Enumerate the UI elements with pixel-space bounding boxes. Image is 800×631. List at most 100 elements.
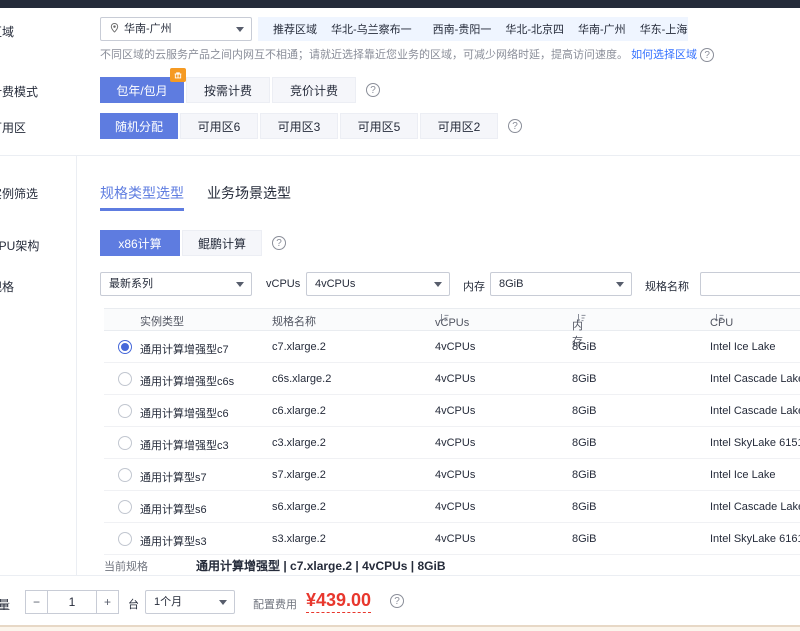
cell-cpu: Intel Ice Lake bbox=[710, 341, 775, 353]
current-spec-label: 当前规格 bbox=[104, 558, 148, 574]
az-option-az3[interactable]: 可用区3 bbox=[260, 113, 338, 139]
how-to-choose-region-link[interactable]: 如何选择区域 bbox=[631, 49, 697, 61]
cell-memory: 8GiB bbox=[572, 373, 596, 385]
cpu-arch-help-icon[interactable]: ? bbox=[272, 236, 286, 250]
quantity-minus-button[interactable]: − bbox=[25, 590, 48, 614]
instance-filter-label: 实例筛选 bbox=[0, 185, 86, 202]
memory-filter-label: 内存 bbox=[463, 278, 485, 294]
series-select[interactable]: 最新系列 bbox=[100, 272, 252, 296]
cell-vcpus: 4vCPUs bbox=[435, 501, 475, 513]
flavor-name-label: 规格名称 bbox=[645, 278, 689, 294]
col-header-cpu: CPU bbox=[710, 313, 724, 325]
memory-select[interactable]: 8GiB bbox=[490, 272, 632, 296]
billing-option-spot[interactable]: 竞价计费 bbox=[272, 77, 356, 103]
table-row[interactable]: 通用计算型s6 s6.xlarge.2 4vCPUs 8GiB Intel Ca… bbox=[104, 491, 800, 523]
chevron-down-icon bbox=[219, 600, 227, 605]
region-select[interactable]: 华南-广州 bbox=[100, 17, 252, 41]
cell-cpu: Intel Cascade Lake 2.6 bbox=[710, 373, 800, 385]
cell-name: c7.xlarge.2 bbox=[272, 341, 326, 353]
cell-name: c6.xlarge.2 bbox=[272, 405, 326, 417]
chevron-down-icon bbox=[434, 282, 442, 287]
cell-vcpus: 4vCPUs bbox=[435, 469, 475, 481]
cell-name: s6.xlarge.2 bbox=[272, 501, 326, 513]
cell-vcpus: 4vCPUs bbox=[435, 341, 475, 353]
region-select-value: 华南-广州 bbox=[124, 23, 172, 35]
table-row[interactable]: 通用计算型s3 s3.xlarge.2 4vCPUs 8GiB Intel Sk… bbox=[104, 523, 800, 555]
radio-selected[interactable] bbox=[118, 340, 132, 354]
table-row[interactable]: 通用计算型s7 s7.xlarge.2 4vCPUs 8GiB Intel Ic… bbox=[104, 459, 800, 491]
cell-vcpus: 4vCPUs bbox=[435, 533, 475, 545]
radio-unselected[interactable] bbox=[118, 436, 132, 450]
az-option-az2[interactable]: 可用区2 bbox=[420, 113, 498, 139]
quantity-plus-button[interactable]: + bbox=[96, 590, 119, 614]
col-header-vcpus: vCPUs bbox=[435, 313, 449, 325]
radio-unselected[interactable] bbox=[118, 468, 132, 482]
recommend-region-item[interactable]: 华南-广州 bbox=[578, 21, 626, 37]
radio-unselected[interactable] bbox=[118, 372, 132, 386]
az-label: 可用区 bbox=[0, 119, 86, 136]
cell-type: 通用计算型s3 bbox=[140, 533, 207, 549]
col-header-type: 实例类型 bbox=[140, 313, 184, 329]
cell-memory: 8GiB bbox=[572, 437, 596, 449]
chevron-down-icon bbox=[236, 27, 244, 32]
vcpus-select[interactable]: 4vCPUs bbox=[306, 272, 450, 296]
tab-spec-type[interactable]: 规格类型选型 bbox=[100, 183, 184, 203]
spec-label: 规格 bbox=[0, 278, 86, 295]
recommended-regions-bar: 推荐区域 华北-乌兰察布一 西南-贵阳一 华北-北京四 华南-广州 华东-上海一 bbox=[258, 17, 688, 41]
cell-name: s3.xlarge.2 bbox=[272, 533, 326, 545]
cell-memory: 8GiB bbox=[572, 533, 596, 545]
billing-option-on-demand[interactable]: 按需计费 bbox=[186, 77, 270, 103]
cell-memory: 8GiB bbox=[572, 405, 596, 417]
flavor-name-input[interactable] bbox=[700, 272, 800, 296]
table-row[interactable]: 通用计算增强型c6 c6.xlarge.2 4vCPUs 8GiB Intel … bbox=[104, 395, 800, 427]
cell-vcpus: 4vCPUs bbox=[435, 437, 475, 449]
cell-cpu: Intel Cascade Lake 3.0 bbox=[710, 405, 800, 417]
cell-type: 通用计算增强型c3 bbox=[140, 437, 229, 453]
help-icon[interactable]: ? bbox=[700, 48, 714, 62]
top-navigation-bar bbox=[0, 0, 800, 8]
az-option-az6[interactable]: 可用区6 bbox=[180, 113, 258, 139]
table-row[interactable]: 通用计算增强型c3 c3.xlarge.2 4vCPUs 8GiB Intel … bbox=[104, 427, 800, 459]
cell-type: 通用计算型s7 bbox=[140, 469, 207, 485]
az-help-icon[interactable]: ? bbox=[508, 119, 522, 133]
cell-vcpus: 4vCPUs bbox=[435, 405, 475, 417]
radio-unselected[interactable] bbox=[118, 532, 132, 546]
cpu-arch-kunpeng[interactable]: 鲲鹏计算 bbox=[182, 230, 262, 256]
memory-select-value: 8GiB bbox=[499, 278, 523, 290]
region-note: 不同区域的云服务产品之间内网互不相通；请就近选择靠近您业务的区域，可减少网络时延… bbox=[100, 46, 714, 62]
recommend-title: 推荐区域 bbox=[273, 21, 317, 37]
unit-label: 台 bbox=[128, 596, 139, 612]
chevron-down-icon bbox=[616, 282, 624, 287]
duration-select[interactable]: 1个月 bbox=[145, 590, 235, 614]
duration-select-value: 1个月 bbox=[154, 596, 182, 608]
fee-amount: ¥439.00 bbox=[306, 590, 371, 613]
cpu-arch-label: CPU架构 bbox=[0, 237, 86, 254]
recommend-region-item[interactable]: 华东-上海一 bbox=[640, 21, 688, 37]
cpu-arch-x86[interactable]: x86计算 bbox=[100, 230, 180, 256]
recommend-region-item[interactable]: 西南-贵阳一 bbox=[433, 21, 492, 37]
radio-unselected[interactable] bbox=[118, 404, 132, 418]
cell-cpu: Intel Ice Lake bbox=[710, 469, 775, 481]
vcpus-select-value: 4vCPUs bbox=[315, 278, 355, 290]
az-option-az5[interactable]: 可用区5 bbox=[340, 113, 418, 139]
fee-help-icon[interactable]: ? bbox=[390, 594, 404, 608]
billing-help-icon[interactable]: ? bbox=[366, 83, 380, 97]
footer-bar bbox=[0, 627, 800, 631]
cell-type: 通用计算增强型c6s bbox=[140, 373, 234, 389]
radio-unselected[interactable] bbox=[118, 500, 132, 514]
current-spec-value: 通用计算增强型 | c7.xlarge.2 | 4vCPUs | 8GiB bbox=[196, 557, 446, 574]
cell-memory: 8GiB bbox=[572, 469, 596, 481]
series-select-value: 最新系列 bbox=[109, 278, 153, 290]
quantity-input[interactable]: 1 bbox=[47, 590, 97, 614]
az-option-random[interactable]: 随机分配 bbox=[100, 113, 178, 139]
table-row[interactable]: 通用计算增强型c6s c6s.xlarge.2 4vCPUs 8GiB Inte… bbox=[104, 363, 800, 395]
cell-cpu: Intel SkyLake 6151 3.0 bbox=[710, 437, 800, 449]
region-label: 区域 bbox=[0, 23, 86, 40]
fee-label: 配置费用 bbox=[253, 596, 297, 612]
tab-business-scene[interactable]: 业务场景选型 bbox=[207, 183, 291, 203]
chevron-down-icon bbox=[236, 282, 244, 287]
table-row[interactable]: 通用计算增强型c7 c7.xlarge.2 4vCPUs 8GiB Intel … bbox=[104, 331, 800, 363]
recommend-region-item[interactable]: 华北-乌兰察布一 bbox=[331, 21, 412, 37]
cell-name: c3.xlarge.2 bbox=[272, 437, 326, 449]
recommend-region-item[interactable]: 华北-北京四 bbox=[505, 21, 564, 37]
